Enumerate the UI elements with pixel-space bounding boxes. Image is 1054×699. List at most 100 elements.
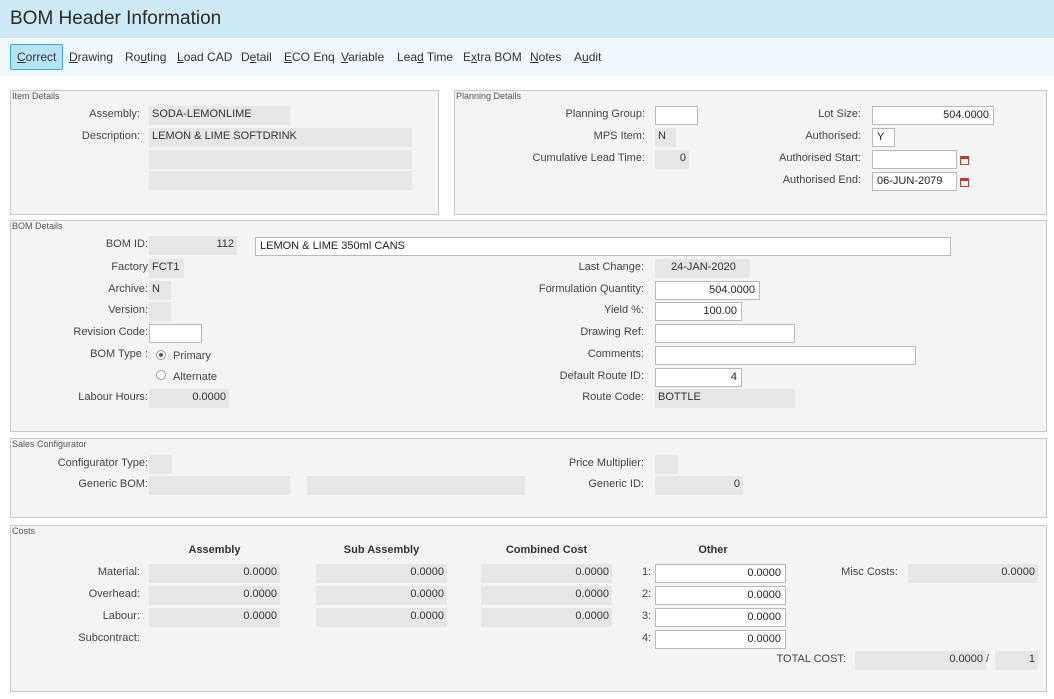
variable-button[interactable]: Variable — [334, 44, 391, 70]
other-4-label: 4: — [642, 632, 652, 644]
other-3-input[interactable]: 0.0000 — [655, 608, 786, 627]
planning-group-input[interactable] — [655, 106, 698, 125]
assembly-field: SODA-LEMONLIME — [149, 106, 290, 125]
eco-enq-button[interactable]: ECO Enq — [277, 44, 342, 70]
total-cost-count: 1 — [995, 651, 1038, 670]
routing-button[interactable]: Routing — [118, 44, 173, 70]
mps-item-label: MPS Item: — [593, 130, 645, 142]
assembly-label: Assembly: — [89, 108, 140, 120]
version-field — [149, 302, 171, 321]
last-change-label: Last Change: — [578, 261, 644, 273]
material-assembly-cost: 0.0000 — [149, 564, 280, 583]
planning-details-title: Planning Details — [456, 91, 522, 101]
cumulative-lead-time-field: 0 — [655, 150, 689, 169]
route-code-label: Route Code: — [582, 391, 644, 403]
authorised-input[interactable]: Y — [872, 128, 895, 147]
assembly-column-header: Assembly — [188, 544, 241, 556]
lot-size-label: Lot Size: — [818, 108, 861, 120]
factory-label: Factory — [111, 261, 148, 273]
bom-details-title: BOM Details — [12, 221, 63, 231]
sales-configurator-panel: Sales Configurator Configurator Type: Ge… — [10, 438, 1047, 518]
bom-type-primary-radio[interactable] — [156, 350, 166, 360]
extra-bom-button[interactable]: Extra BOM — [456, 44, 529, 70]
total-cost-label: TOTAL COST: — [776, 653, 846, 665]
sub-assembly-column-header: Sub Assembly — [343, 544, 420, 556]
costs-panel: Costs Assembly Sub Assembly Combined Cos… — [10, 525, 1047, 692]
default-route-id-label: Default Route ID: — [559, 370, 644, 382]
total-cost-separator: / — [986, 653, 990, 665]
other-4-input[interactable]: 0.0000 — [655, 630, 786, 649]
overhead-assembly-cost: 0.0000 — [149, 586, 280, 605]
costs-title: Costs — [12, 526, 36, 536]
revision-code-label: Revision Code: — [73, 326, 148, 338]
bom-type-primary-label: Primary — [173, 350, 211, 362]
drawing-ref-label: Drawing Ref: — [580, 326, 644, 338]
planning-details-panel: Planning Details Planning Group: MPS Ite… — [454, 90, 1047, 215]
authorised-start-input[interactable] — [872, 150, 957, 169]
last-change-field: 24-JAN-2020 — [655, 259, 750, 278]
other-1-label: 1: — [642, 566, 652, 578]
formulation-quantity-input[interactable]: 504.0000 — [655, 281, 760, 300]
subcontract-label: Subcontract: — [78, 632, 140, 644]
default-route-id-input[interactable]: 4 — [655, 368, 742, 387]
yield-input[interactable]: 100.00 — [655, 302, 742, 321]
misc-costs-label: Misc Costs: — [841, 566, 898, 578]
combined-cost-column-header: Combined Cost — [505, 544, 588, 556]
configurator-type-field — [149, 455, 172, 474]
item-details-panel: Item Details Assembly: SODA-LEMONLIME De… — [10, 90, 439, 215]
detail-button[interactable]: Detail — [234, 44, 279, 70]
labour-combined-cost: 0.0000 — [481, 608, 612, 627]
cumulative-lead-time-label: Cumulative Lead Time: — [532, 152, 646, 164]
window-title: BOM Header Information — [10, 8, 222, 29]
material-sub-assembly-cost: 0.0000 — [316, 564, 447, 583]
notes-button[interactable]: Notes — [523, 44, 568, 70]
lead-time-button[interactable]: Lead Time — [390, 44, 460, 70]
price-multiplier-label: Price Multiplier: — [568, 457, 644, 469]
authorised-end-input[interactable]: 06-JUN-2079 — [872, 172, 957, 191]
labour-hours-field: 0.0000 — [149, 389, 229, 408]
drawing-button[interactable]: Drawing — [62, 44, 120, 70]
bom-type-label: BOM Type : — [90, 348, 148, 360]
revision-code-input[interactable] — [149, 324, 202, 343]
comments-label: Comments: — [587, 348, 644, 360]
description-line-2 — [149, 150, 412, 169]
total-cost-field: 0.0000 — [855, 651, 986, 670]
description-line-1: LEMON & LIME SOFTDRINK — [149, 128, 412, 147]
authorised-end-label: Authorised End: — [782, 174, 861, 186]
calendar-icon[interactable] — [960, 178, 969, 187]
generic-bom-field-1 — [149, 476, 290, 495]
lot-size-input[interactable]: 504.0000 — [872, 106, 994, 125]
comments-input[interactable] — [655, 346, 916, 365]
planning-group-label: Planning Group: — [565, 108, 646, 120]
bom-description-input[interactable]: LEMON & LIME 350ml CANS — [255, 237, 951, 256]
bom-type-alternate-radio[interactable] — [156, 370, 166, 380]
description-line-3 — [149, 171, 412, 190]
authorised-label: Authorised: — [805, 130, 861, 142]
item-details-title: Item Details — [12, 91, 60, 101]
authorised-start-label: Authorised Start: — [779, 152, 861, 164]
load-cad-button[interactable]: Load CAD — [170, 44, 239, 70]
configurator-type-label: Configurator Type: — [57, 457, 148, 469]
material-combined-cost: 0.0000 — [481, 564, 612, 583]
factory-field: FCT1 — [149, 259, 184, 278]
calendar-icon[interactable] — [960, 156, 969, 165]
other-column-header: Other — [698, 544, 728, 556]
audit-button[interactable]: Audit — [567, 44, 608, 70]
bom-id-label: BOM ID: — [105, 238, 148, 250]
other-2-input[interactable]: 0.0000 — [655, 586, 786, 605]
archive-label: Archive: — [108, 283, 148, 295]
other-2-label: 2: — [642, 588, 652, 600]
bom-type-alternate-label: Alternate — [173, 371, 218, 383]
material-label: Material: — [97, 566, 140, 578]
overhead-label: Overhead: — [88, 588, 140, 600]
labour-label: Labour: — [102, 610, 140, 622]
formulation-quantity-label: Formulation Quantity: — [538, 283, 644, 295]
other-1-input[interactable]: 0.0000 — [655, 564, 786, 583]
correct-button[interactable]: Correct — [10, 44, 64, 70]
misc-costs-field: 0.0000 — [908, 564, 1038, 583]
labour-assembly-cost: 0.0000 — [149, 608, 280, 627]
drawing-ref-input[interactable] — [655, 324, 795, 343]
route-code-field: BOTTLE — [655, 389, 795, 408]
other-3-label: 3: — [642, 610, 652, 622]
archive-field: N — [149, 281, 171, 300]
